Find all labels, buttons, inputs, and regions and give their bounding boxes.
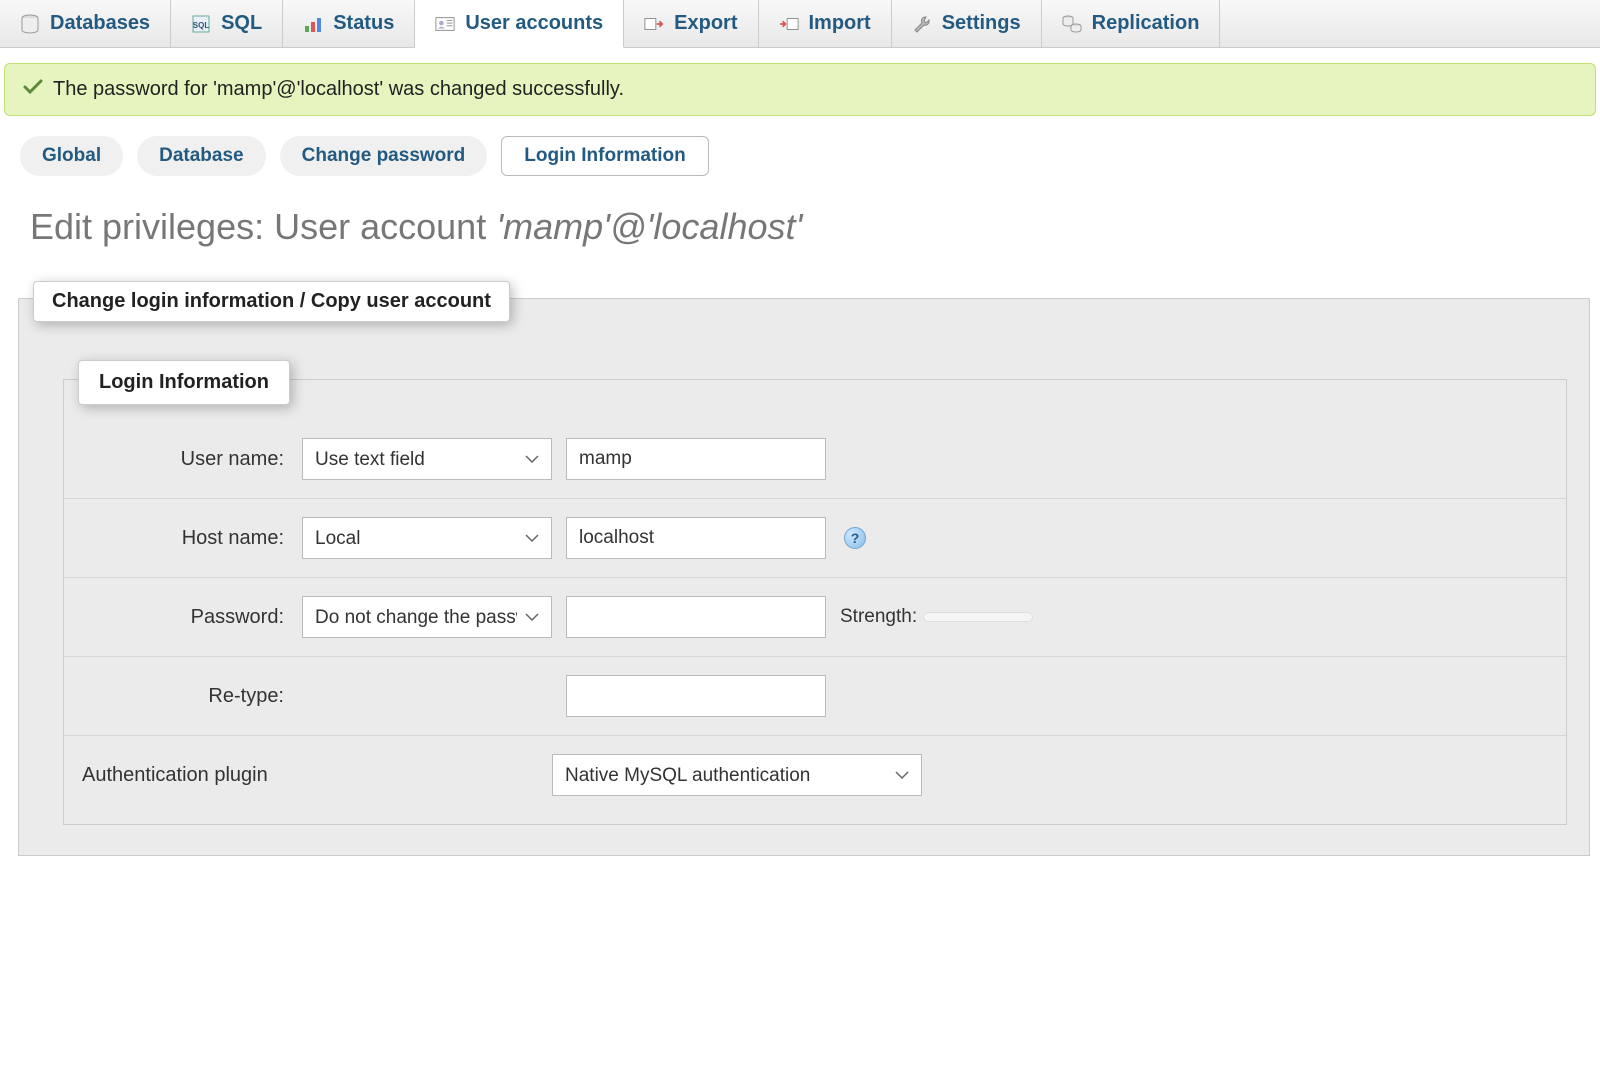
username-mode-select[interactable]: Use text field [302,438,552,480]
nav-settings-label: Settings [942,12,1021,35]
heading-account: 'mamp'@'localhost' [496,206,802,247]
password-input[interactable] [566,596,826,638]
nav-import[interactable]: Import [759,0,892,47]
inner-legend: Login Information [78,360,290,405]
import-icon [779,14,799,34]
success-text: The password for 'mamp'@'localhost' was … [53,78,624,101]
wrench-icon [912,14,932,34]
subnav-change-password[interactable]: Change password [280,136,488,176]
nav-replication[interactable]: Replication [1042,0,1221,47]
nav-settings[interactable]: Settings [892,0,1042,47]
nav-export-label: Export [674,12,737,35]
nav-user-accounts[interactable]: User accounts [415,0,624,48]
nav-replication-label: Replication [1092,12,1200,35]
row-hostname: Host name: Local ? [64,499,1566,578]
subnav-database[interactable]: Database [137,136,266,176]
hostname-mode-select[interactable]: Local [302,517,552,559]
subnav-global[interactable]: Global [20,136,123,176]
subnav-login-information[interactable]: Login Information [501,136,708,176]
nav-sql[interactable]: SQL SQL [171,0,283,47]
outer-legend: Change login information / Copy user acc… [33,281,510,322]
top-nav: Databases SQL SQL Status User accounts E… [0,0,1600,48]
nav-export[interactable]: Export [624,0,758,47]
nav-sql-label: SQL [221,12,262,35]
row-retype: Re-type: [64,657,1566,736]
row-username: User name: Use text field [64,420,1566,499]
help-icon[interactable]: ? [844,527,866,549]
retype-input[interactable] [566,675,826,717]
success-message: The password for 'mamp'@'localhost' was … [4,63,1596,116]
nav-databases-label: Databases [50,12,150,35]
user-accounts-icon [435,14,455,34]
retype-label: Re-type: [72,685,302,708]
auth-label: Authentication plugin [72,764,552,787]
password-mode-select[interactable]: Do not change the password [302,596,552,638]
nav-user-accounts-label: User accounts [465,12,603,35]
password-label: Password: [72,606,302,629]
replication-icon [1062,14,1082,34]
sub-nav: Global Database Change password Login In… [0,136,1600,196]
username-input[interactable] [566,438,826,480]
nav-import-label: Import [809,12,871,35]
nav-status[interactable]: Status [283,0,415,47]
strength-area: Strength: [840,606,1033,628]
sql-icon: SQL [191,14,211,34]
database-icon [20,14,40,34]
strength-label: Strength: [840,606,917,628]
row-password: Password: Do not change the password Str… [64,578,1566,657]
export-icon [644,14,664,34]
nav-databases[interactable]: Databases [0,0,171,47]
hostname-label: Host name: [72,527,302,550]
check-icon [23,78,43,101]
username-label: User name: [72,448,302,471]
nav-status-label: Status [333,12,394,35]
hostname-input[interactable] [566,517,826,559]
row-auth-plugin: Authentication plugin Native MySQL authe… [64,736,1566,814]
status-icon [303,14,323,34]
strength-bar [923,612,1033,622]
change-login-panel: Change login information / Copy user acc… [18,298,1590,856]
svg-text:SQL: SQL [193,21,210,30]
page-heading: Edit privileges: User account 'mamp'@'lo… [0,196,1600,278]
login-information-panel: Login Information User name: Use text fi… [63,379,1567,825]
heading-prefix: Edit privileges: User account [30,206,496,247]
auth-plugin-select[interactable]: Native MySQL authentication [552,754,922,796]
